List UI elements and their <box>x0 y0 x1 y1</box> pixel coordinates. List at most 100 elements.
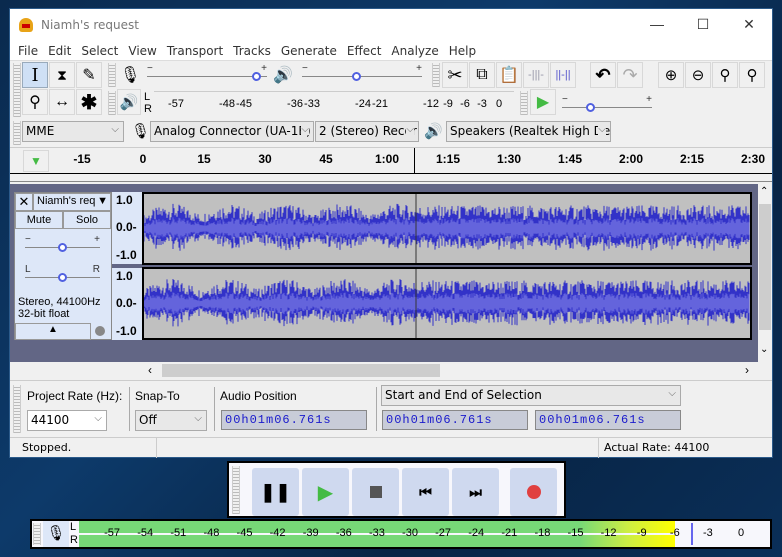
scroll-down-icon[interactable]: ⌄ <box>760 344 768 355</box>
track-menu-button[interactable]: Niamh's req ▼ <box>33 193 111 211</box>
scroll-right-icon[interactable]: › <box>745 363 749 377</box>
play-at-speed-grip[interactable] <box>520 91 528 115</box>
pin-playhead-button[interactable]: ▼ <box>23 150 49 172</box>
play-at-speed-button[interactable]: ▶ <box>530 89 556 115</box>
play-button[interactable]: ▶ <box>302 468 349 516</box>
playback-speed-slider[interactable]: − + <box>562 94 652 115</box>
gain-knob[interactable] <box>58 243 67 252</box>
audio-position-clock[interactable]: 00h01m06.761s <box>221 410 367 430</box>
menu-tracks[interactable]: Tracks <box>228 44 276 58</box>
vertical-scale-right[interactable]: 1.0 0.0- -1.0 <box>112 268 142 340</box>
pause-button[interactable]: ❚❚ <box>252 468 299 516</box>
chevron-down-icon: ⌵ <box>668 388 676 399</box>
record-volume-slider[interactable]: − + <box>147 63 267 84</box>
mute-button[interactable]: Mute <box>15 211 63 229</box>
device-toolbar-grip[interactable] <box>13 121 21 145</box>
waveform-right-channel[interactable] <box>142 267 752 340</box>
microphone-icon: 🎙 <box>46 525 66 542</box>
stop-button[interactable] <box>352 468 399 516</box>
selection-toolbar-grip[interactable] <box>13 385 21 433</box>
trim-button[interactable]: -|||- <box>523 62 549 88</box>
menu-transport[interactable]: Transport <box>162 44 228 58</box>
timeline-tick: 1:45 <box>557 152 583 166</box>
recording-level-meter[interactable]: -57 -54 -51 -48 -45 -42 -39 -36 -33 -30 -27 -24 -21-… <box>79 521 749 547</box>
playback-meter[interactable]: -57 -48 -45 -36 -33 -24 -21 -12 -9 -6 -3 0 <box>154 91 514 115</box>
project-rate-select[interactable]: 44100 ⌵ <box>27 410 107 431</box>
skip-to-end-button[interactable]: ⏭ <box>452 468 499 516</box>
meter-tick: -24 <box>355 98 371 110</box>
scroll-up-icon[interactable]: ⌃ <box>760 186 768 197</box>
playback-volume-slider[interactable]: − + <box>302 63 422 84</box>
multi-tool-button[interactable]: ✱ <box>76 89 102 115</box>
recording-device-select[interactable]: Analog Connector (UA-1E) ⌵ <box>150 121 314 142</box>
record-volume-knob[interactable] <box>252 72 262 81</box>
recording-meter-button[interactable]: 🎙 <box>43 521 69 547</box>
playhead-line[interactable] <box>414 148 415 174</box>
meter-toolbar-grip[interactable] <box>108 91 116 115</box>
audio-host-select[interactable]: MME ⌵ <box>22 121 124 142</box>
menu-generate[interactable]: Generate <box>276 44 342 58</box>
playback-meter-button[interactable]: 🔊 <box>117 89 141 115</box>
menu-file[interactable]: File <box>13 44 43 58</box>
playback-device-select[interactable]: Speakers (Realtek High Def ⌵ <box>446 121 611 142</box>
skip-to-start-button[interactable]: ⏮ <box>402 468 449 516</box>
meter-tick: -18 <box>534 527 551 539</box>
mixer-toolbar-grip[interactable] <box>108 63 116 87</box>
meter-tick: -36 <box>287 98 303 110</box>
minimize-button[interactable]: — <box>634 9 680 39</box>
pan-knob[interactable] <box>58 273 67 282</box>
copy-button[interactable]: ⧉ <box>469 62 495 88</box>
paste-button[interactable]: 📋 <box>496 62 522 88</box>
recording-channels-select[interactable]: 2 (Stereo) Recor ⌵ <box>315 121 419 142</box>
selection-tool-button[interactable]: I <box>22 62 48 88</box>
maximize-button[interactable]: ☐ <box>680 9 726 39</box>
zoom-out-button[interactable]: ⊖ <box>685 62 711 88</box>
fit-project-button[interactable]: ⚲ <box>739 62 765 88</box>
time-shift-tool-button[interactable]: ↔ <box>49 89 75 115</box>
menu-effect[interactable]: Effect <box>342 44 387 58</box>
meter-tick: -21 <box>501 527 518 539</box>
waveform-left-channel[interactable] <box>142 192 752 265</box>
zoom-in-button[interactable]: ⊕ <box>658 62 684 88</box>
chevron-down-icon: ⌵ <box>94 413 102 424</box>
silence-button[interactable]: ||-|| <box>550 62 576 88</box>
undo-button[interactable]: ↶ <box>590 62 616 88</box>
menu-analyze[interactable]: Analyze <box>386 44 443 58</box>
zoom-tool-button[interactable]: ⚲ <box>22 89 48 115</box>
draw-tool-button[interactable]: ✎ <box>76 62 102 88</box>
selection-start-clock[interactable]: 00h01m06.761s <box>382 410 528 430</box>
envelope-tool-button[interactable]: ⧗ <box>49 62 75 88</box>
transport-toolbar-grip[interactable] <box>232 466 240 514</box>
menu-select[interactable]: Select <box>76 44 123 58</box>
timeline-ruler[interactable]: ▼ -15 0 15 30 45 1:00 1:15 1:30 1:45 2:00 2:15 2:30 <box>10 148 772 182</box>
solo-button[interactable]: Solo <box>63 211 111 229</box>
scroll-left-icon[interactable]: ‹ <box>148 363 152 377</box>
playback-volume-knob[interactable] <box>351 72 361 81</box>
vertical-scrollbar[interactable]: ⌃ ⌄ <box>758 184 772 362</box>
tools-toolbar-grip[interactable] <box>13 63 21 117</box>
edit-toolbar-grip[interactable] <box>432 63 440 87</box>
menu-edit[interactable]: Edit <box>43 44 76 58</box>
close-track-button[interactable]: ✕ <box>15 193 33 211</box>
track-gain-slider[interactable]: − + <box>25 234 100 255</box>
vertical-scroll-thumb[interactable] <box>759 204 771 330</box>
vertical-scale-left[interactable]: 1.0 0.0- -1.0 <box>112 192 142 264</box>
menu-help[interactable]: Help <box>444 44 481 58</box>
collapse-track-button[interactable]: ▲ <box>15 323 91 340</box>
snap-to-select[interactable]: Off ⌵ <box>135 410 207 431</box>
record-button[interactable] <box>510 468 557 516</box>
playback-speed-knob[interactable] <box>586 103 596 112</box>
selection-end-clock[interactable]: 00h01m06.761s <box>535 410 681 430</box>
close-button[interactable]: ✕ <box>726 9 772 39</box>
cut-button[interactable]: ✂ <box>442 62 468 88</box>
horizontal-scrollbar[interactable]: ‹ › <box>10 362 772 379</box>
menu-view[interactable]: View <box>123 44 161 58</box>
recording-meter-grip[interactable] <box>33 523 41 545</box>
skip-to-start-icon: ⏮ <box>419 483 432 500</box>
fit-selection-button[interactable]: ⚲ <box>712 62 738 88</box>
horizontal-scroll-thumb[interactable] <box>162 364 440 377</box>
speaker-icon: 🔊 <box>273 67 293 84</box>
redo-button[interactable]: ↷ <box>617 62 643 88</box>
selection-mode-select[interactable]: Start and End of Selection ⌵ <box>381 385 681 406</box>
track-pan-slider[interactable]: LR <box>25 264 100 285</box>
